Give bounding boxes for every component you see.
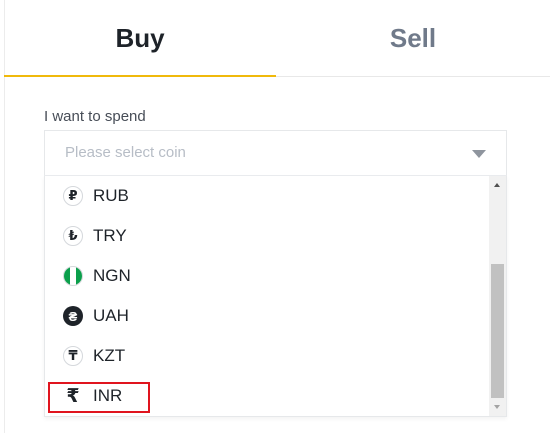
tab-bar: Buy Sell bbox=[4, 0, 550, 77]
currency-label: TRY bbox=[93, 226, 127, 245]
currency-label: RUB bbox=[93, 186, 129, 205]
chevron-down-icon[interactable] bbox=[472, 150, 486, 158]
scroll-down-arrow-icon[interactable] bbox=[494, 405, 500, 409]
hryvnia-icon: ₴ bbox=[63, 306, 83, 326]
currency-option-kzt[interactable]: ₸ KZT bbox=[45, 336, 491, 376]
tab-buy[interactable]: Buy bbox=[4, 0, 276, 76]
lira-icon: ₺ bbox=[63, 226, 83, 246]
coin-select-placeholder: Please select coin bbox=[65, 144, 186, 161]
tab-sell[interactable]: Sell bbox=[276, 0, 550, 76]
tenge-icon: ₸ bbox=[63, 346, 83, 366]
currency-option-try[interactable]: ₺ TRY bbox=[45, 216, 491, 256]
active-tab-indicator bbox=[4, 75, 276, 77]
coin-select[interactable]: Please select coin bbox=[44, 130, 507, 176]
spend-label: I want to spend bbox=[44, 108, 146, 125]
nigeria-flag-icon bbox=[63, 266, 83, 286]
ruble-icon: ₽ bbox=[63, 186, 83, 206]
scrollbar-thumb[interactable] bbox=[491, 264, 504, 398]
currency-option-ngn[interactable]: NGN bbox=[45, 256, 491, 296]
scroll-up-arrow-icon[interactable] bbox=[494, 183, 500, 187]
page: Buy Sell I want to spend Please select c… bbox=[0, 0, 550, 433]
dropdown-scrollbar[interactable] bbox=[489, 176, 506, 416]
currency-dropdown: ₽ RUB ₺ TRY NGN ₴ UAH ₸ KZT ₹ INR bbox=[44, 176, 507, 417]
currency-label: UAH bbox=[93, 306, 129, 325]
currency-option-rub[interactable]: ₽ RUB bbox=[45, 176, 491, 216]
currency-label: KZT bbox=[93, 346, 126, 365]
inr-highlight-box bbox=[48, 382, 150, 413]
currency-label: NGN bbox=[93, 266, 131, 285]
currency-option-uah[interactable]: ₴ UAH bbox=[45, 296, 491, 336]
